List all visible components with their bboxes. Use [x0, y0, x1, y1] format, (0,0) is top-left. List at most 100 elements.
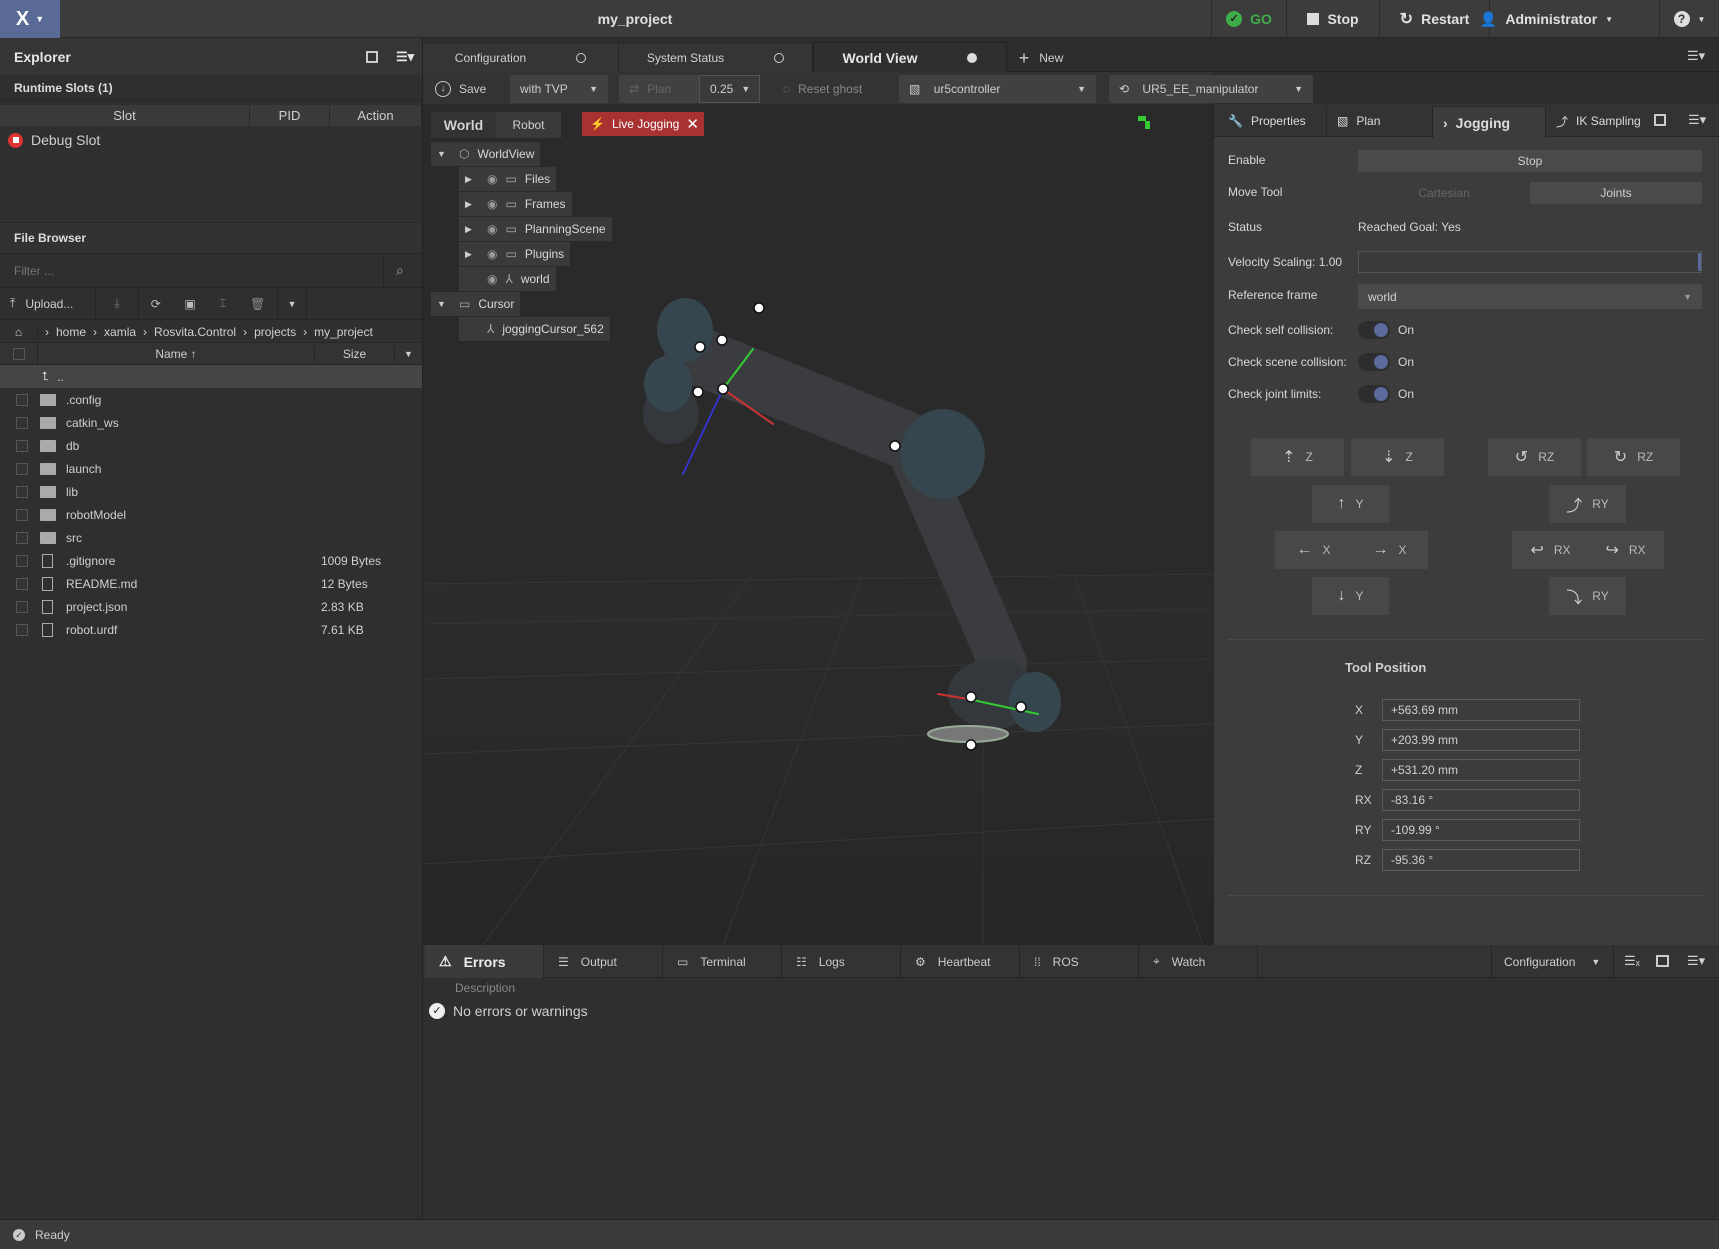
row-checkbox[interactable] — [16, 416, 28, 429]
row-checkbox[interactable] — [16, 623, 28, 636]
breadcrumb-rosvita-control[interactable]: Rosvita.Control — [154, 325, 236, 339]
file-row[interactable]: src — [0, 526, 422, 549]
row-checkbox[interactable] — [16, 554, 28, 567]
trajectory-select[interactable]: with TVP ▼ — [510, 75, 608, 103]
breadcrumb-projects[interactable]: projects — [254, 325, 296, 339]
filter-input[interactable] — [0, 255, 384, 287]
panel-menu-icon[interactable]: ☰▾ — [396, 49, 414, 65]
jog-y-down-button[interactable]: ↓ Y — [1312, 577, 1389, 615]
tab-world[interactable]: World — [431, 112, 496, 138]
user-menu[interactable]: 👤 Administrator ▼ — [1480, 0, 1613, 38]
tree-node[interactable]: ▶ ◉ ▭ Files — [459, 167, 557, 191]
breadcrumb-home[interactable]: home — [56, 325, 86, 339]
new-folder-icon[interactable]: ▣ — [184, 297, 195, 311]
tab-plan[interactable]: ▧ Plan — [1326, 106, 1390, 136]
jog-x-right-button[interactable]: → X — [1351, 531, 1428, 569]
tree-node[interactable]: ▶ ◉ ▭ Plugins — [459, 242, 571, 266]
file-row[interactable]: .config — [0, 388, 422, 411]
new-tab-button[interactable]: + New — [1011, 44, 1071, 72]
select-all-checkbox[interactable] — [13, 347, 25, 360]
breadcrumb-my-project[interactable]: my_project — [314, 325, 373, 339]
slot-row[interactable]: Debug Slot — [8, 129, 100, 151]
collapse-panel-icon[interactable] — [366, 50, 378, 63]
home-icon[interactable]: ⌂ — [0, 324, 38, 339]
file-row-parent[interactable]: ⮤.. — [0, 365, 422, 388]
tab-system-status[interactable]: System Status — [619, 44, 813, 72]
jog-z-down-button[interactable]: ⇣ Z — [1351, 438, 1444, 476]
tab-configuration[interactable]: Configuration — [423, 44, 619, 72]
stop-button[interactable]: Stop — [1286, 0, 1379, 38]
tree-node[interactable]: ▶ ◉ ▭ PlanningScene — [459, 217, 612, 241]
visibility-eye-icon[interactable]: ◉ — [487, 222, 497, 236]
expand-toggle-icon[interactable]: ▶ — [465, 199, 479, 210]
tool-position-z-field[interactable]: +531.20 mm — [1382, 759, 1580, 781]
size-column-header[interactable]: Size — [315, 346, 395, 361]
tab-logs[interactable]: ☷ Logs — [782, 945, 901, 978]
collapse-panel-icon[interactable] — [1654, 114, 1666, 126]
file-row[interactable]: lib — [0, 480, 422, 503]
panel-menu-icon[interactable]: ☰▾ — [1687, 953, 1705, 969]
close-icon[interactable]: ✕ — [686, 115, 699, 133]
live-jogging-badge[interactable]: ⚡ Live Jogging ✕ — [582, 112, 704, 136]
tab-heartbeat[interactable]: ⚙ Heartbeat — [901, 945, 1020, 978]
joints-button[interactable]: Joints — [1530, 182, 1702, 204]
go-button[interactable]: ✓ GO — [1211, 0, 1286, 38]
row-checkbox[interactable] — [16, 531, 28, 544]
tool-position-rx-field[interactable]: -83.16 ° — [1382, 789, 1580, 811]
file-row[interactable]: README.md 12 Bytes — [0, 572, 422, 595]
visibility-eye-icon[interactable]: ◉ — [487, 272, 497, 286]
file-row[interactable]: launch — [0, 457, 422, 480]
col-slot[interactable]: Slot — [0, 105, 250, 126]
row-checkbox[interactable] — [16, 600, 28, 613]
reference-frame-select[interactable]: world ▼ — [1358, 284, 1702, 309]
jog-ry-down-button[interactable]: ⤵ RY — [1549, 577, 1626, 615]
help-button[interactable]: ? ▼ — [1659, 0, 1719, 38]
expand-toggle-icon[interactable]: ▼ — [437, 299, 451, 309]
cartesian-button[interactable]: Cartesian — [1358, 182, 1530, 204]
jog-ry-up-button[interactable]: ⤴ RY — [1549, 485, 1626, 523]
plan-button[interactable]: ⇄ Plan — [619, 75, 699, 103]
tab-world-view[interactable]: World View — [813, 42, 1007, 73]
tab-output[interactable]: ☰ Output — [544, 945, 663, 978]
tool-position-ry-field[interactable]: -109.99 ° — [1382, 819, 1580, 841]
jog-z-up-button[interactable]: ⇡ Z — [1251, 438, 1344, 476]
search-icon[interactable]: ⌕ — [396, 262, 404, 279]
breadcrumb-xamla[interactable]: xamla — [104, 325, 136, 339]
save-button[interactable]: ↓ Save — [425, 75, 496, 103]
tab-jogging[interactable]: › Jogging — [1432, 106, 1546, 138]
expand-toggle-icon[interactable]: ▶ — [465, 174, 479, 185]
clear-log-icon[interactable]: ☰ₓ — [1624, 953, 1640, 969]
maximize-panel-icon[interactable] — [1656, 955, 1669, 967]
row-checkbox[interactable] — [16, 485, 28, 498]
tab-properties[interactable]: 🔧 Properties — [1218, 106, 1316, 136]
expand-toggle-icon[interactable]: ▼ — [437, 149, 451, 159]
3d-viewport[interactable]: World Robot ⚡ Live Jogging ✕ ▼ ⬡ WorldView ▶ ◉… — [423, 104, 1213, 945]
trash-icon[interactable]: 🗑 — [250, 297, 265, 311]
col-action[interactable]: Action — [330, 105, 422, 126]
columns-dropdown-icon[interactable]: ▼ — [395, 349, 422, 359]
tab-terminal[interactable]: ▭ Terminal — [663, 945, 782, 978]
tree-node[interactable]: ◉ ⅄ world — [459, 267, 556, 291]
refresh-icon[interactable]: ⟳ — [151, 297, 161, 311]
velocity-slider[interactable] — [1358, 251, 1702, 273]
upload-button[interactable]: ⤒ Upload... — [0, 288, 96, 319]
reset-ghost-button[interactable]: ◌ Reset ghost — [773, 75, 872, 103]
tool-position-rz-field[interactable]: -95.36 ° — [1382, 849, 1580, 871]
visibility-eye-icon[interactable]: ◉ — [487, 197, 497, 211]
controller-select[interactable]: ▧ ur5controller ▼ — [899, 75, 1096, 103]
row-checkbox[interactable] — [16, 393, 28, 406]
visibility-eye-icon[interactable]: ◉ — [487, 247, 497, 261]
jog-y-up-button[interactable]: ↑ Y — [1312, 485, 1389, 523]
download-icon[interactable]: ⤓ — [96, 288, 139, 319]
tabs-menu-icon[interactable]: ☰▾ — [1687, 48, 1705, 64]
row-checkbox[interactable] — [16, 462, 28, 475]
file-row[interactable]: catkin_ws — [0, 411, 422, 434]
tree-node[interactable]: ⅄ joggingCursor_562 — [459, 317, 610, 341]
plan-scale-select[interactable]: 0.25 ▼ — [699, 75, 760, 103]
tab-watch[interactable]: ⌖ Watch — [1139, 945, 1258, 978]
tab-errors[interactable]: ⚠ Errors — [425, 945, 544, 978]
expand-toggle-icon[interactable]: ▶ — [465, 249, 479, 260]
tab-ros[interactable]: ⁞⁞ ROS — [1020, 945, 1139, 978]
configuration-select[interactable]: Configuration ▼ — [1491, 945, 1614, 978]
move-group-select[interactable]: ⟲ UR5_EE_manipulator ▼ — [1109, 75, 1313, 103]
